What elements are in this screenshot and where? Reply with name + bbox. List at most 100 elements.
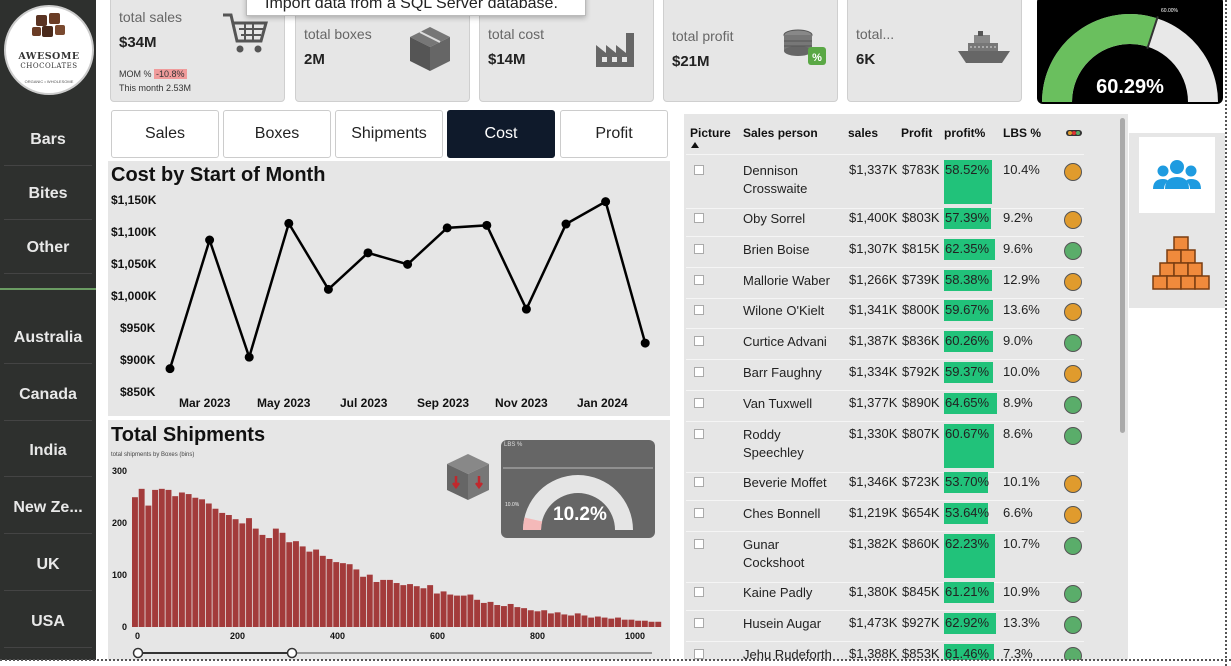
shipment-bar[interactable] [621,619,628,627]
cost-point-oct-2023[interactable] [482,220,492,230]
shipment-bar[interactable] [608,618,615,627]
shipment-bar[interactable] [615,617,621,627]
sidebar-item-other[interactable]: Other [4,222,92,274]
shipment-bar[interactable] [460,595,467,627]
shipment-bar[interactable] [534,611,541,627]
shipment-bar[interactable] [346,564,353,627]
shipment-bar[interactable] [152,489,159,627]
column-header-lbs-pct[interactable]: LBS % [1003,126,1041,140]
salesperson-name[interactable]: Oby Sorrel [743,210,843,228]
column-header-sales-person[interactable]: Sales person [743,126,818,140]
shipment-bar[interactable] [440,591,447,627]
cost-point-apr-2023[interactable] [244,352,254,362]
shipment-bar[interactable] [547,613,554,627]
shipment-bar[interactable] [225,515,232,627]
shipment-bar[interactable] [400,585,407,627]
kpi-card-profit[interactable]: total profit $21M % [663,0,838,102]
shipment-bar[interactable] [433,593,440,627]
shipment-bar[interactable] [313,549,320,627]
shipment-bar[interactable] [353,569,360,627]
shipment-bar[interactable] [185,494,192,627]
shipment-bar[interactable] [581,615,588,627]
shipment-bar[interactable] [246,518,252,627]
salesperson-name[interactable]: Curtice Advani [743,333,843,351]
shipment-bar[interactable] [655,621,662,627]
shipment-bar[interactable] [467,594,474,627]
shipment-bar[interactable] [494,605,501,627]
sidebar-item-bars[interactable]: Bars [4,114,92,166]
salesperson-name[interactable]: Kaine Padly [743,584,843,602]
shipment-bar[interactable] [393,583,400,627]
shipment-bar[interactable] [386,579,393,627]
shipment-bar[interactable] [326,558,333,627]
salesperson-name[interactable]: Beverie Moffet [743,474,843,492]
shipment-bar[interactable] [521,608,528,627]
shipment-bar[interactable] [132,497,138,627]
shipment-bar[interactable] [500,606,507,627]
shipment-bar[interactable] [239,523,246,627]
cost-point-mar-2023[interactable] [205,235,215,245]
column-header-picture[interactable]: Picture [690,126,731,140]
shipment-bar[interactable] [259,534,266,627]
cost-point-jul-2023[interactable] [363,248,373,258]
sidebar-item-canada[interactable]: Canada [4,369,92,421]
shipment-bar[interactable] [588,617,595,627]
salesperson-name[interactable]: Husein Augar [743,615,843,633]
shipment-bar[interactable] [279,532,286,627]
shipment-bar[interactable] [427,585,434,627]
tab-boxes[interactable]: Boxes [223,110,331,158]
shipment-bar[interactable] [319,555,326,627]
shipment-bar[interactable] [178,492,185,628]
column-header-sales[interactable]: sales [848,126,878,140]
salesperson-name[interactable]: Dennison Crosswaite [743,162,843,198]
shipment-bar[interactable] [252,528,259,627]
shipment-bar[interactable] [299,546,306,627]
salesperson-name[interactable]: Gunar Cockshoot [743,536,843,572]
shipment-bar[interactable] [474,599,481,627]
cost-point-dec-2023[interactable] [561,219,571,229]
shipment-bar[interactable] [487,601,494,627]
shipment-bar[interactable] [514,607,521,627]
shipment-bar[interactable] [293,541,299,627]
tab-sales[interactable]: Sales [111,110,219,158]
salesperson-name[interactable]: Wilone O'Kielt [743,302,843,320]
shipment-bar[interactable] [407,584,413,627]
table-scrollbar[interactable] [1120,118,1125,433]
shipment-bar[interactable] [574,613,581,627]
salesperson-table[interactable]: Picture Sales person sales Profit profit… [684,114,1128,660]
shipment-bar[interactable] [360,576,367,627]
cost-point-jun-2023[interactable] [323,284,333,294]
salesperson-name[interactable]: Barr Faughny [743,364,843,382]
shipment-bar[interactable] [172,496,179,627]
shipment-bar[interactable] [648,621,655,627]
shipment-bar[interactable] [413,586,420,627]
tab-profit[interactable]: Profit [560,110,668,158]
shipment-bar[interactable] [594,616,601,627]
column-header-profit[interactable]: Profit [901,126,932,140]
shipment-bar[interactable] [158,488,165,627]
sidebar-item-india[interactable]: India [4,425,92,477]
shipment-bar[interactable] [373,581,380,627]
shipment-bar[interactable] [554,612,561,627]
sidebar-item-usa[interactable]: USA [4,596,92,648]
shipment-bar[interactable] [199,499,205,627]
shipment-bar[interactable] [205,503,212,627]
shipment-bar[interactable] [380,579,387,627]
shipment-bar[interactable] [561,614,568,627]
boxes-stack-icon[interactable] [1151,233,1211,293]
shipment-bar[interactable] [541,610,548,627]
cost-point-feb-2023[interactable] [165,364,175,374]
shipment-bar[interactable] [145,505,152,627]
shipment-bar[interactable] [333,562,340,627]
people-button[interactable] [1139,137,1215,213]
shipment-bar[interactable] [266,538,273,627]
tab-shipments[interactable]: Shipments [335,110,443,158]
shipment-bar[interactable] [138,488,145,627]
shipment-bar[interactable] [601,617,608,627]
kpi-card-shipments[interactable]: total... 6K [847,0,1022,102]
range-slider[interactable] [132,646,662,660]
shipment-bar[interactable] [165,489,172,627]
salesperson-name[interactable]: Jehu Rudeforth [743,646,843,660]
shipment-bar[interactable] [641,620,648,627]
shipment-bar[interactable] [454,595,460,627]
